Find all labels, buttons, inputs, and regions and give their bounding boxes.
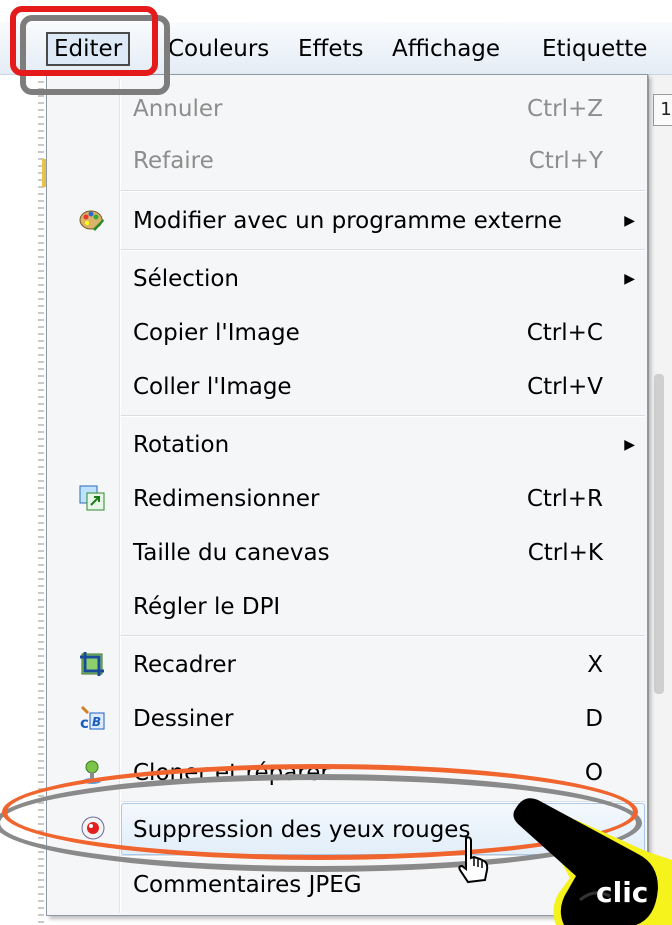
menu-item-refaire[interactable]: Refaire Ctrl+Y	[47, 135, 647, 187]
palette-icon	[79, 210, 104, 231]
menu-item-shortcut: Ctrl+K	[527, 540, 603, 566]
menu-item-label: Sélection	[133, 266, 239, 292]
menu-separator	[121, 635, 645, 637]
menu-item-redimensionner[interactable]: Redimensionner Ctrl+R	[47, 473, 647, 525]
svg-text:c: c	[80, 714, 89, 731]
menu-item-shortcut: Ctrl+V	[527, 374, 603, 400]
menu-item-label: Régler le DPI	[133, 594, 281, 620]
menu-item-modifier-externe[interactable]: Modifier avec un programme externe ▶	[47, 195, 647, 247]
crop-icon	[80, 652, 104, 676]
menu-item-shortcut: D	[585, 706, 603, 732]
click-annotation-label: clic	[596, 876, 649, 909]
menu-item-label: Taille du canevas	[133, 540, 330, 566]
menu-item-selection[interactable]: Sélection ▶	[47, 253, 647, 305]
menu-item-label: Coller l'Image	[133, 374, 292, 400]
page-button[interactable]: 1	[653, 94, 672, 126]
menu-item-rotation[interactable]: Rotation ▶	[47, 419, 647, 471]
menu-effets[interactable]: Effets	[298, 34, 364, 64]
menu-affichage[interactable]: Affichage	[392, 34, 500, 64]
menu-item-dessiner[interactable]: c B Dessiner D	[47, 693, 647, 745]
submenu-arrow-icon: ▶	[624, 271, 635, 287]
menu-separator	[121, 415, 645, 417]
scrollbar-thumb[interactable]	[654, 374, 664, 694]
resize-icon	[79, 485, 105, 511]
menu-item-shortcut: Ctrl+R	[526, 486, 603, 512]
menu-item-coller-image[interactable]: Coller l'Image Ctrl+V	[47, 361, 647, 413]
hand-cursor-icon	[458, 836, 489, 884]
menu-item-label: Redimensionner	[133, 486, 320, 512]
menu-item-shortcut: Ctrl+C	[526, 320, 603, 346]
menu-item-taille-canevas[interactable]: Taille du canevas Ctrl+K	[47, 527, 647, 579]
menu-item-label: Rotation	[133, 432, 230, 458]
menu-item-shortcut: Ctrl+Z	[527, 96, 603, 122]
menu-item-label: Recadrer	[133, 652, 236, 678]
menu-item-shortcut: X	[587, 652, 603, 678]
submenu-arrow-icon: ▶	[624, 213, 635, 229]
menu-item-label: Modifier avec un programme externe	[133, 208, 562, 234]
menu-item-label: Dessiner	[133, 706, 234, 732]
menu-item-shortcut: Ctrl+Y	[528, 148, 603, 174]
menu-separator	[121, 249, 645, 251]
menu-item-label: Refaire	[133, 148, 214, 174]
menu-item-regler-dpi[interactable]: Régler le DPI	[47, 581, 647, 633]
menu-item-label: Copier l'Image	[133, 320, 300, 346]
menu-separator	[121, 190, 645, 192]
annotation-red-outline	[10, 6, 158, 76]
menu-couleurs[interactable]: Couleurs	[168, 34, 269, 64]
menu-item-recadrer[interactable]: Recadrer X	[47, 639, 647, 691]
draw-icon: c B	[80, 705, 105, 731]
submenu-arrow-icon: ▶	[624, 437, 635, 453]
menu-etiquette[interactable]: Etiquette	[542, 34, 647, 64]
svg-text:B: B	[92, 715, 101, 729]
menu-item-copier-image[interactable]: Copier l'Image Ctrl+C	[47, 307, 647, 359]
